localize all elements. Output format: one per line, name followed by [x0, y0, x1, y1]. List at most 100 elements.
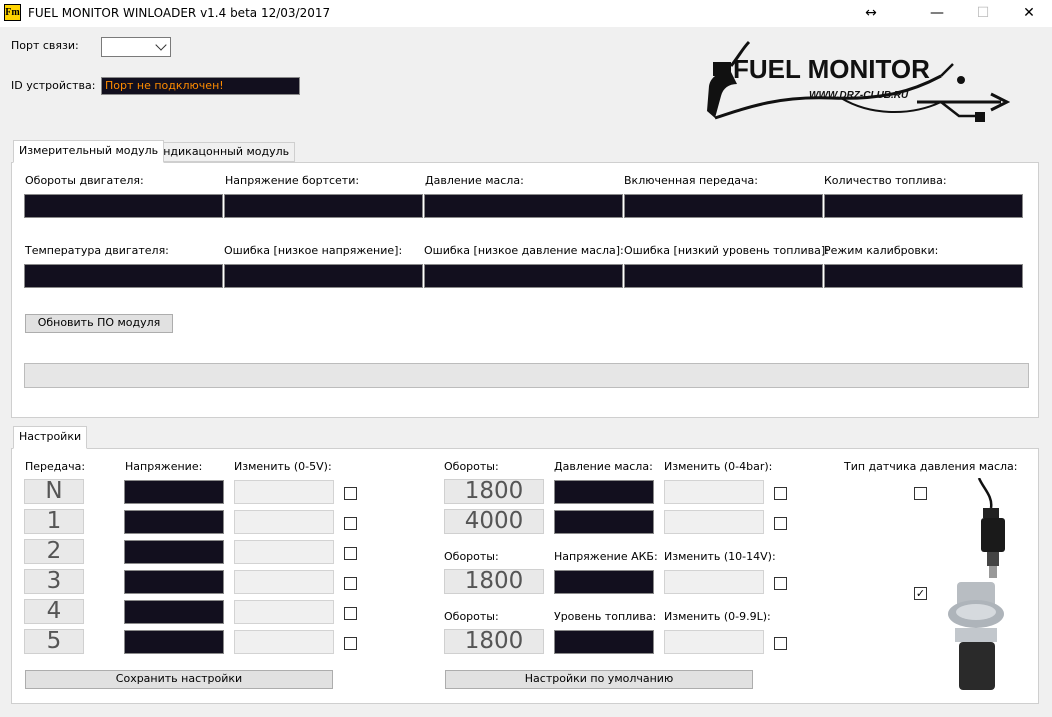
gear-change-input[interactable] — [234, 510, 334, 534]
firmware-progress-bar — [24, 363, 1029, 388]
gear-change-input[interactable] — [234, 540, 334, 564]
sensor-type-checkbox-2[interactable]: ✓ — [914, 587, 927, 600]
low-fuel-error-label: Ошибка [низкий уровень топлива]: — [624, 244, 829, 257]
gear-indicator: 3 — [24, 569, 84, 594]
engine-temp-field — [24, 264, 223, 288]
battery-change-input[interactable] — [664, 570, 764, 594]
gear-indicator: N — [24, 479, 84, 504]
oil-value-1 — [554, 480, 654, 504]
gear-change-checkbox[interactable] — [344, 547, 357, 560]
fuel-monitor-logo: FUEL MONITOR WWW.DRZ-CLUB.RU — [691, 36, 1011, 134]
fuel-change-input[interactable] — [664, 630, 764, 654]
voltage-field — [224, 194, 423, 218]
resize-icon[interactable]: ↔ — [848, 0, 894, 27]
settings-voltage-label: Напряжение: — [125, 460, 203, 473]
battery-value — [554, 570, 654, 594]
sensor-graphic — [948, 477, 1005, 690]
gear-field — [624, 194, 823, 218]
low-oil-error-label: Ошибка [низкое давление масла]: — [424, 244, 624, 257]
low-fuel-error-field — [624, 264, 823, 288]
fuel-rpm: 1800 — [444, 629, 544, 654]
gear-voltage-value — [124, 480, 224, 504]
settings-battery-change-label: Изменить (10-14V): — [664, 550, 776, 563]
gear-change-checkbox[interactable] — [344, 607, 357, 620]
pressure-sensor-image — [943, 477, 1009, 694]
rpm-field — [24, 194, 223, 218]
gear-change-input[interactable] — [234, 570, 334, 594]
battery-rpm: 1800 — [444, 569, 544, 594]
oil-change-input-1[interactable] — [664, 480, 764, 504]
oil-change-checkbox-1[interactable] — [774, 487, 787, 500]
fuel-amount-label: Количество топлива: — [824, 174, 947, 187]
gear-indicator: 1 — [24, 509, 84, 534]
logo-text: FUEL MONITOR — [733, 54, 930, 84]
oil-pressure-label: Давление масла: — [425, 174, 524, 187]
save-settings-button[interactable]: Сохранить настройки — [25, 670, 333, 689]
fuel-value — [554, 630, 654, 654]
oil-value-2 — [554, 510, 654, 534]
oil-change-input-2[interactable] — [664, 510, 764, 534]
battery-change-checkbox[interactable] — [774, 577, 787, 590]
fuel-amount-field — [824, 194, 1023, 218]
gear-change-input[interactable] — [234, 630, 334, 654]
gear-change-checkbox[interactable] — [344, 517, 357, 530]
fuel-rpm-label: Обороты: — [444, 610, 499, 623]
title-bar: Fm FUEL MONITOR WINLOADER v1.4 beta 12/0… — [0, 0, 1052, 27]
engine-temp-label: Температура двигателя: — [25, 244, 169, 257]
gear-change-input[interactable] — [234, 600, 334, 624]
oil-pressure-field — [424, 194, 623, 218]
settings-gear-label: Передача: — [25, 460, 86, 473]
low-oil-error-field — [424, 264, 623, 288]
rpm-label: Обороты двигателя: — [25, 174, 144, 187]
gear-change-checkbox[interactable] — [344, 577, 357, 590]
settings-oil-change-label: Изменить (0-4bar): — [664, 460, 773, 473]
gear-change-checkbox[interactable] — [344, 487, 357, 500]
port-label: Порт связи: — [11, 39, 79, 52]
battery-rpm-label: Обороты: — [444, 550, 499, 563]
settings-change-voltage-label: Изменить (0-5V): — [234, 460, 332, 473]
sensor-type-checkbox-1[interactable] — [914, 487, 927, 500]
gear-voltage-value — [124, 540, 224, 564]
update-firmware-button[interactable]: Обновить ПО модуля — [25, 314, 173, 333]
gear-change-checkbox[interactable] — [344, 637, 357, 650]
logo-graphic: FUEL MONITOR WWW.DRZ-CLUB.RU — [707, 40, 1011, 122]
default-settings-button[interactable]: Настройки по умолчанию — [445, 670, 753, 689]
app-logo-icon: Fm — [4, 4, 21, 21]
port-select[interactable] — [101, 37, 171, 57]
device-id-field: Порт не подключен! — [101, 77, 300, 95]
voltage-label: Напряжение бортсети: — [225, 174, 360, 187]
gear-voltage-value — [124, 600, 224, 624]
gear-change-input[interactable] — [234, 480, 334, 504]
logo-url: WWW.DRZ-CLUB.RU — [809, 90, 909, 101]
settings-battery-label: Напряжение АКБ: — [554, 550, 658, 563]
calibration-mode-field — [824, 264, 1023, 288]
chevron-down-icon — [155, 39, 167, 51]
window-title: FUEL MONITOR WINLOADER v1.4 beta 12/03/2… — [28, 6, 331, 20]
oil-change-checkbox-2[interactable] — [774, 517, 787, 530]
oil-rpm-label: Обороты: — [444, 460, 499, 473]
settings-fuel-change-label: Изменить (0-9.9L): — [664, 610, 771, 623]
calibration-mode-label: Режим калибровки: — [824, 244, 939, 257]
tab-indicator-module[interactable]: Индикацонный модуль — [149, 142, 296, 162]
fuel-change-checkbox[interactable] — [774, 637, 787, 650]
device-id-label: ID устройства: — [11, 79, 96, 92]
low-voltage-error-field — [224, 264, 423, 288]
gear-voltage-value — [124, 630, 224, 654]
oil-rpm-1: 1800 — [444, 479, 544, 504]
gear-voltage-value — [124, 570, 224, 594]
maximize-button[interactable]: ☐ — [960, 0, 1006, 27]
settings-fuel-label: Уровень топлива: — [554, 610, 657, 623]
low-voltage-error-label: Ошибка [низкое напряжение]: — [224, 244, 403, 257]
gear-indicator: 4 — [24, 599, 84, 624]
gear-voltage-value — [124, 510, 224, 534]
settings-oil-label: Давление масла: — [554, 460, 653, 473]
gear-indicator: 2 — [24, 539, 84, 564]
minimize-button[interactable]: — — [914, 0, 960, 27]
tab-settings[interactable]: Настройки — [13, 426, 88, 449]
oil-rpm-2: 4000 — [444, 509, 544, 534]
sensor-type-label: Тип датчика давления масла: — [844, 460, 1018, 473]
tab-measure-module[interactable]: Измерительный модуль — [13, 140, 165, 163]
close-button[interactable]: ✕ — [1006, 0, 1052, 27]
gear-indicator: 5 — [24, 629, 84, 654]
gear-label: Включенная передача: — [624, 174, 758, 187]
